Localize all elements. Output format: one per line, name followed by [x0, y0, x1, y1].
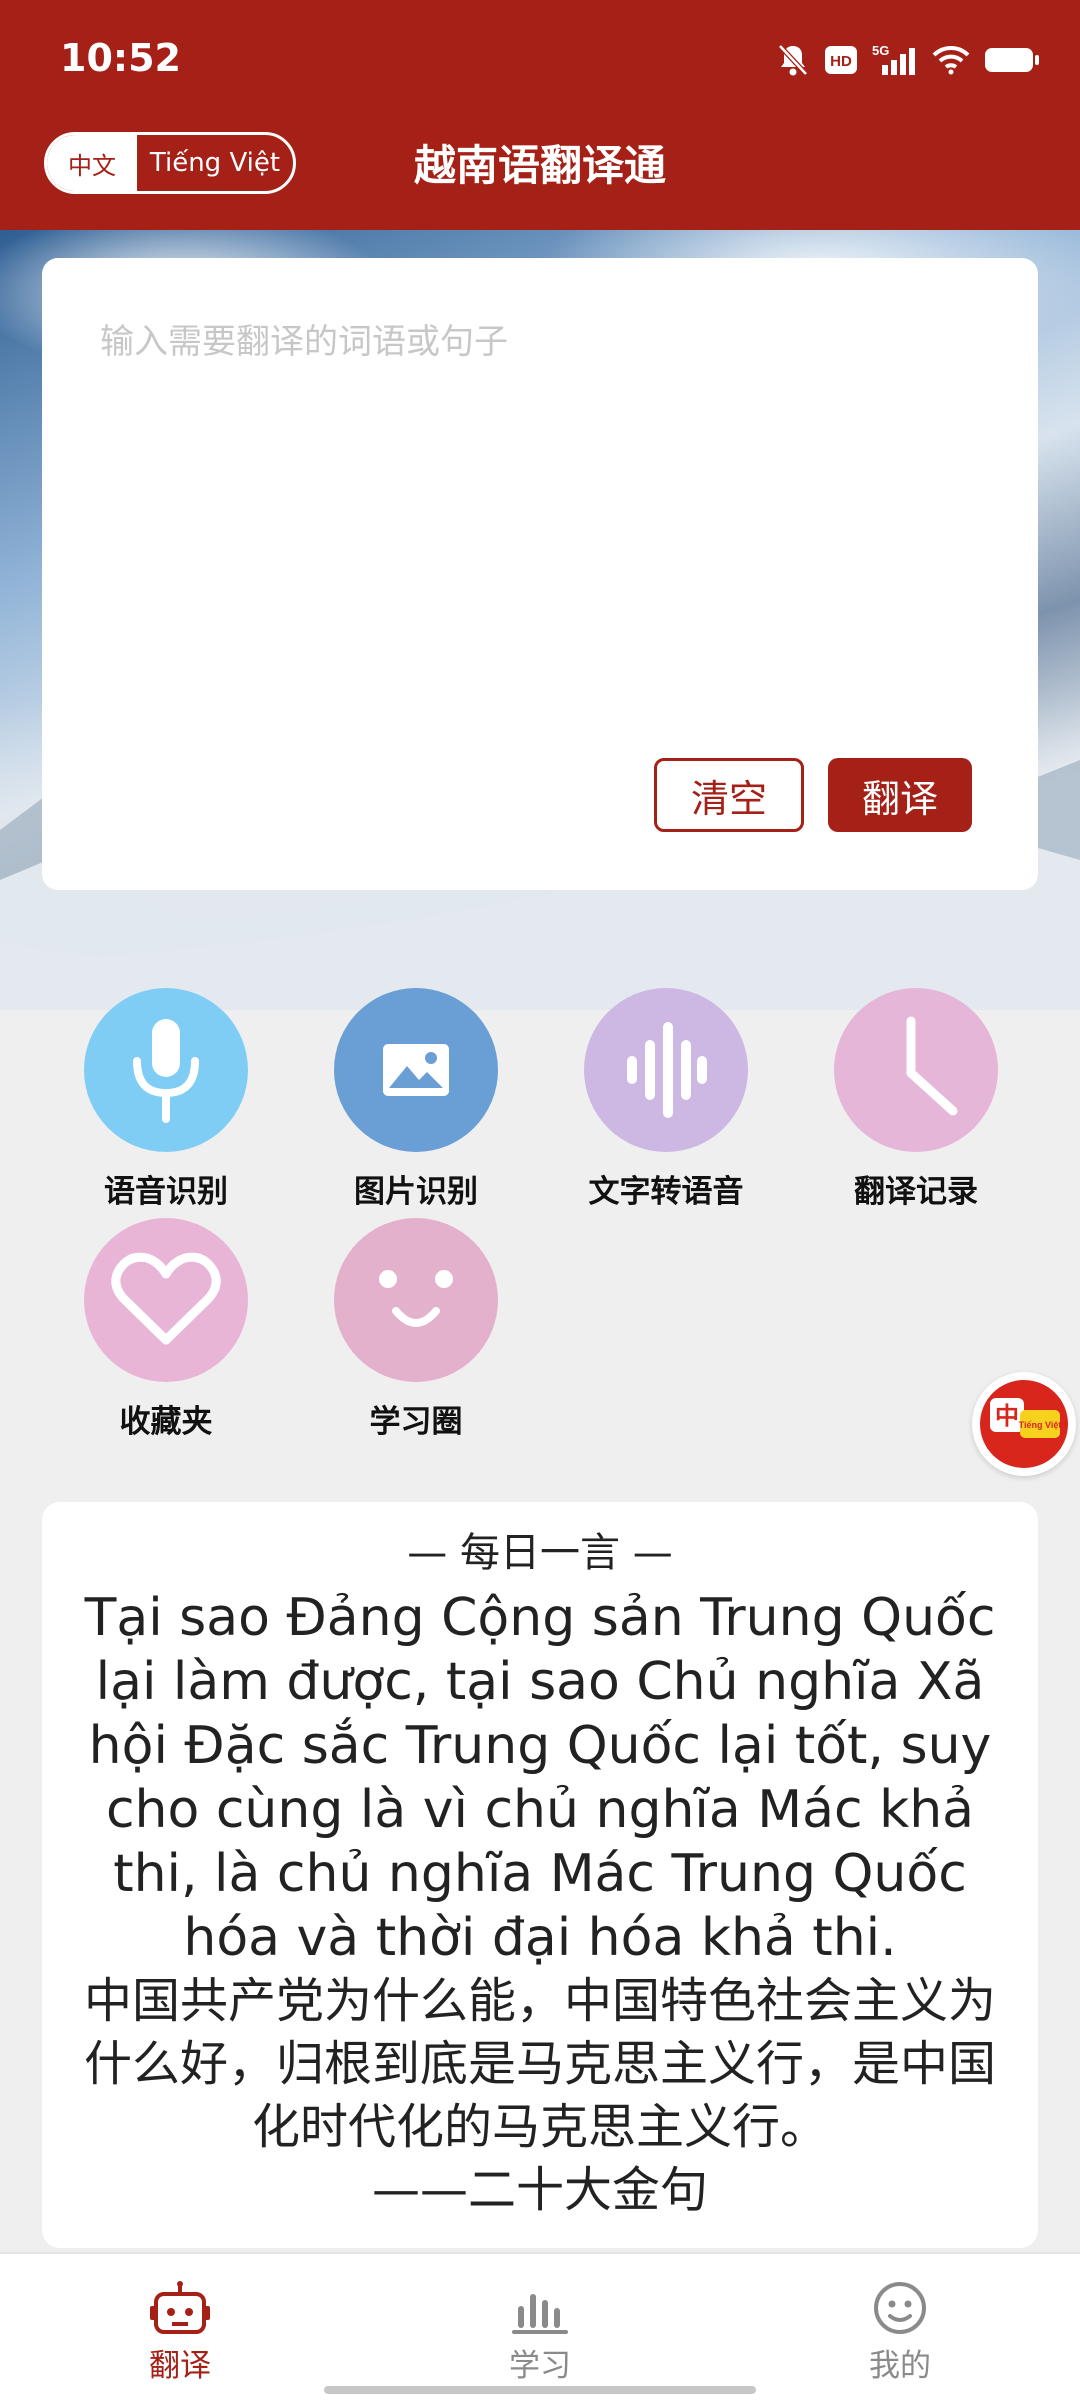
feature-favorites[interactable]: 收藏夹 — [56, 1218, 276, 1441]
daily-quote-vietnamese: Tại sao Đảng Cộng sản Trung Quốc lại làm… — [84, 1588, 996, 1968]
home-indicator[interactable] — [324, 2386, 756, 2394]
microphone-icon — [84, 988, 248, 1152]
waveform-icon — [584, 988, 748, 1152]
feature-label: 图片识别 — [354, 1174, 478, 1210]
battery-icon — [985, 48, 1039, 72]
clock-icon — [834, 988, 998, 1152]
badge-vi-label: Tiếng Việt — [1019, 1420, 1062, 1430]
clear-button[interactable]: 清空 — [654, 758, 804, 832]
feature-study-circle[interactable]: 学习圈 — [306, 1218, 526, 1441]
heart-icon — [84, 1218, 248, 1382]
daily-quote-chinese: 中国共产党为什么能，中国特色社会主义为什么好，归根到底是马克思主义行，是中国化时… — [83, 1973, 996, 2155]
translation-input-card: 输入需要翻译的词语或句子 清空 翻译 — [42, 258, 1038, 890]
feature-translation-history[interactable]: 翻译记录 — [806, 988, 1026, 1211]
status-icons: HD 5G — [776, 36, 1040, 84]
floating-app-badge[interactable]: 中 Tiếng Việt — [972, 1372, 1076, 1476]
tab-mine[interactable]: 我的 — [800, 2280, 1000, 2385]
badge-zh-label: 中 — [995, 1402, 1019, 1430]
mute-bell-icon — [778, 44, 808, 76]
app-title: 越南语翻译通 — [413, 141, 666, 190]
feature-image-recognition[interactable]: 图片识别 — [306, 988, 526, 1211]
daily-quote-heading: — 每日一言 — — [407, 1530, 673, 1576]
feature-label: 翻译记录 — [854, 1174, 978, 1210]
image-icon — [334, 988, 498, 1152]
smiley-icon — [334, 1218, 498, 1382]
status-time: 10:52 — [60, 36, 181, 80]
tab-label: 我的 — [869, 2348, 931, 2384]
tab-study[interactable]: 学习 — [440, 2280, 640, 2385]
tab-label: 学习 — [509, 2348, 571, 2384]
feature-label: 语音识别 — [104, 1174, 228, 1210]
tab-translate[interactable]: 翻译 — [80, 2280, 280, 2385]
bar-chart-icon — [512, 2294, 568, 2334]
feature-label: 文字转语音 — [588, 1174, 744, 1210]
translate-button[interactable]: 翻译 — [828, 758, 972, 832]
signal-icon: 5G — [872, 43, 915, 75]
feature-text-to-speech[interactable]: 文字转语音 — [556, 988, 776, 1211]
network-label: 5G — [872, 43, 889, 58]
daily-quote-card: — 每日一言 — Tại sao Đảng Cộng sản Trung Quố… — [42, 1502, 1038, 2248]
hd-icon: HD — [825, 46, 857, 74]
wifi-icon — [932, 45, 970, 75]
feature-voice-recognition[interactable]: 语音识别 — [56, 988, 276, 1211]
app-header: 10:52 HD 5G 中文 Tiếng Việt 越南语翻译通 — [0, 0, 1080, 230]
daily-quote-source: ——二十大金句 — [371, 2162, 708, 2218]
robot-icon — [150, 2281, 210, 2334]
translation-input[interactable]: 输入需要翻译的词语或句子 — [100, 314, 508, 363]
feature-label: 学习圈 — [369, 1404, 463, 1440]
bottom-tab-bar: 翻译 学习 我的 — [0, 2252, 1080, 2400]
user-face-icon — [874, 2282, 926, 2334]
feature-label: 收藏夹 — [119, 1404, 213, 1440]
hd-label: HD — [830, 53, 852, 70]
tab-label: 翻译 — [149, 2348, 211, 2384]
